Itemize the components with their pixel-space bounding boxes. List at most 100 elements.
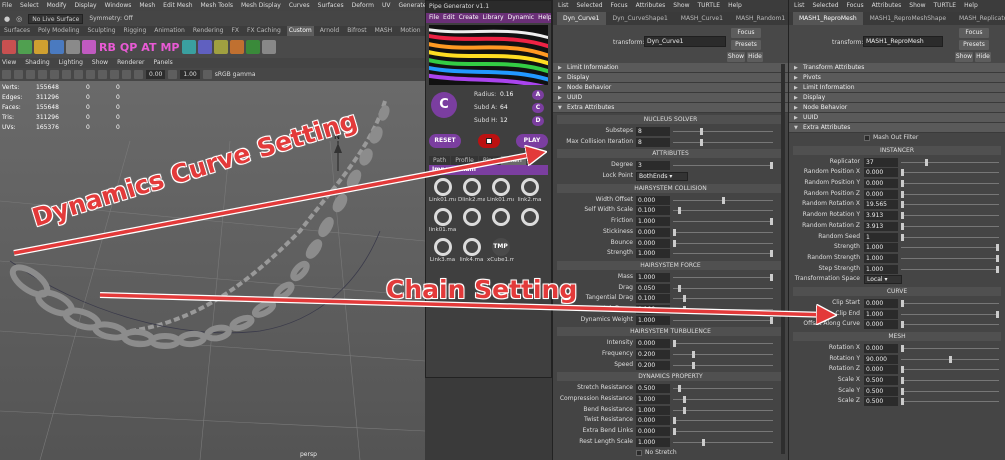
attr-slider-track[interactable] [673, 221, 773, 223]
attr-field[interactable]: 3 [636, 161, 670, 171]
pg-tab-pipe[interactable]: Pipe [478, 156, 500, 165]
ae2-focus-button[interactable]: Focus [959, 28, 989, 38]
attr-slider-track[interactable] [673, 298, 773, 300]
attr-field[interactable]: 3.913 [864, 211, 898, 221]
section-display[interactable]: Display [553, 73, 788, 83]
shelf-tab-rendering[interactable]: Rendering [191, 26, 226, 36]
attr-field[interactable]: 0.000 [864, 298, 898, 308]
attr-slider-track[interactable] [901, 257, 999, 259]
shelf-tool-icon[interactable] [34, 40, 48, 54]
section-node-behavior[interactable]: Node Behavior [789, 103, 1005, 113]
attr-field[interactable]: 1.000 [864, 309, 898, 319]
ae1-menu-attributes[interactable]: Attributes [636, 0, 666, 12]
texture-icon[interactable] [50, 70, 59, 79]
attr-field[interactable]: 0.500 [864, 386, 898, 396]
ae1-menu-list[interactable]: List [558, 0, 569, 12]
subd-c-button[interactable]: C [532, 103, 544, 113]
attr-slider-track[interactable] [673, 165, 773, 167]
shelf-tab-animation[interactable]: Animation [152, 26, 187, 36]
shelf-tab-sculpting[interactable]: Sculpting [85, 26, 117, 36]
attr-field[interactable]: 0.000 [636, 227, 670, 237]
attr-slider-handle[interactable] [901, 299, 904, 307]
attr-slider-track[interactable] [673, 319, 773, 321]
shelf-qp-icon[interactable]: QP [119, 41, 138, 54]
attr-field[interactable]: 0.000 [864, 320, 898, 330]
attr-slider-track[interactable] [901, 313, 999, 315]
attr-slider-handle[interactable] [673, 428, 676, 436]
shelf-tab-arnold[interactable]: Arnold [318, 26, 341, 36]
attr-slider-handle[interactable] [682, 295, 686, 303]
attr-slider-track[interactable] [673, 431, 773, 433]
ae2-presets-button[interactable]: Presets [959, 40, 989, 50]
attr-slider-handle[interactable] [901, 345, 904, 352]
panel-menu-shading[interactable]: Shading [25, 58, 49, 68]
menu-deform[interactable]: Deform [352, 2, 374, 9]
menu-surfaces[interactable]: Surfaces [318, 2, 344, 9]
ae1-menu-show[interactable]: Show [673, 0, 689, 12]
shelf-tool-icon[interactable] [230, 40, 245, 54]
attr-slider-handle[interactable] [901, 387, 904, 395]
shelf-tool-icon[interactable] [246, 40, 261, 54]
attr-slider-handle[interactable] [901, 212, 904, 220]
attr-field[interactable]: 1.000 [864, 253, 898, 263]
attr-field[interactable]: 0.000 [636, 427, 670, 437]
attr-slider-track[interactable] [673, 399, 773, 401]
radius-field[interactable]: Radius: 0.16 [474, 91, 513, 98]
attr-field[interactable]: 0.100 [636, 294, 670, 304]
shelf-tab-fx[interactable]: FX [229, 26, 241, 36]
chain-item[interactable] [516, 208, 543, 233]
attr-slider-handle[interactable] [770, 218, 773, 226]
section-transform-attributes[interactable]: Transform Attributes [789, 63, 1005, 73]
attr-slider-handle[interactable] [901, 201, 904, 209]
attr-slider-track[interactable] [901, 390, 999, 392]
pg-tab-profile[interactable]: Profile [451, 156, 478, 165]
attr-slider-track[interactable] [673, 231, 773, 233]
attr-slider-handle[interactable] [770, 250, 773, 258]
attr-field[interactable]: 1.000 [864, 264, 898, 274]
ae1-hide-button[interactable]: Hide [747, 52, 763, 62]
ae1-show-button[interactable]: Show [727, 52, 745, 62]
shelf-tool-icon[interactable] [82, 40, 96, 54]
menu-windows[interactable]: Windows [105, 2, 132, 9]
exposure-icon[interactable] [134, 70, 143, 79]
panel-menu-renderer[interactable]: Renderer [117, 58, 144, 68]
grid-toggle-icon[interactable] [14, 70, 23, 79]
attr-field[interactable]: 8 [636, 127, 670, 136]
shelf-tool-icon[interactable] [50, 40, 64, 54]
attr-field[interactable]: 37 [864, 157, 898, 167]
wireframe-icon[interactable] [26, 70, 35, 79]
panel-menu-view[interactable]: View [2, 58, 16, 68]
ae2-menu-help[interactable]: Help [964, 0, 978, 12]
attr-slider-handle[interactable] [901, 377, 904, 385]
section-limit-information[interactable]: Limit Information [553, 63, 788, 73]
attr-slider-handle[interactable] [677, 385, 681, 393]
snap-icon[interactable]: ◎ [16, 15, 22, 23]
attr-slider-handle[interactable] [770, 162, 773, 170]
attr-slider-handle[interactable] [948, 355, 952, 363]
ae2-tab-mash1-repromeshshape[interactable]: MASH1_ReproMeshShape [864, 12, 952, 25]
attr-slider-handle[interactable] [700, 138, 704, 146]
subd-d-button[interactable]: D [532, 116, 544, 126]
attr-field[interactable]: 8 [636, 137, 670, 147]
attr-slider-track[interactable] [673, 210, 773, 212]
color-mgmt-icon[interactable] [202, 70, 212, 79]
section-extra-attributes[interactable]: Extra Attributes [553, 103, 788, 113]
pg-tab-chain[interactable]: Chain [500, 156, 526, 165]
attr-slider-track[interactable] [901, 193, 999, 195]
attr-slider-track[interactable] [673, 308, 773, 310]
pg-tab-path[interactable]: Path [429, 156, 451, 165]
attr-slider-handle[interactable] [692, 351, 696, 358]
attr-field[interactable]: 0.100 [636, 304, 670, 314]
shelf-tab-rigging[interactable]: Rigging [122, 26, 149, 36]
menu-mesh[interactable]: Mesh [139, 2, 155, 9]
attr-slider-handle[interactable] [677, 207, 681, 215]
ae1-scrollbar[interactable] [781, 64, 785, 454]
xray-icon[interactable] [86, 70, 95, 79]
attr-field[interactable]: 1.000 [636, 217, 670, 227]
ae2-hide-button[interactable]: Hide [975, 52, 991, 62]
attr-field[interactable]: 1.000 [636, 272, 670, 282]
attr-slider-track[interactable] [901, 204, 999, 206]
create-pipe-button[interactable]: C [431, 92, 457, 118]
no-stretch-checkbox[interactable] [636, 449, 642, 456]
attr-field[interactable]: 0.000 [864, 179, 898, 189]
